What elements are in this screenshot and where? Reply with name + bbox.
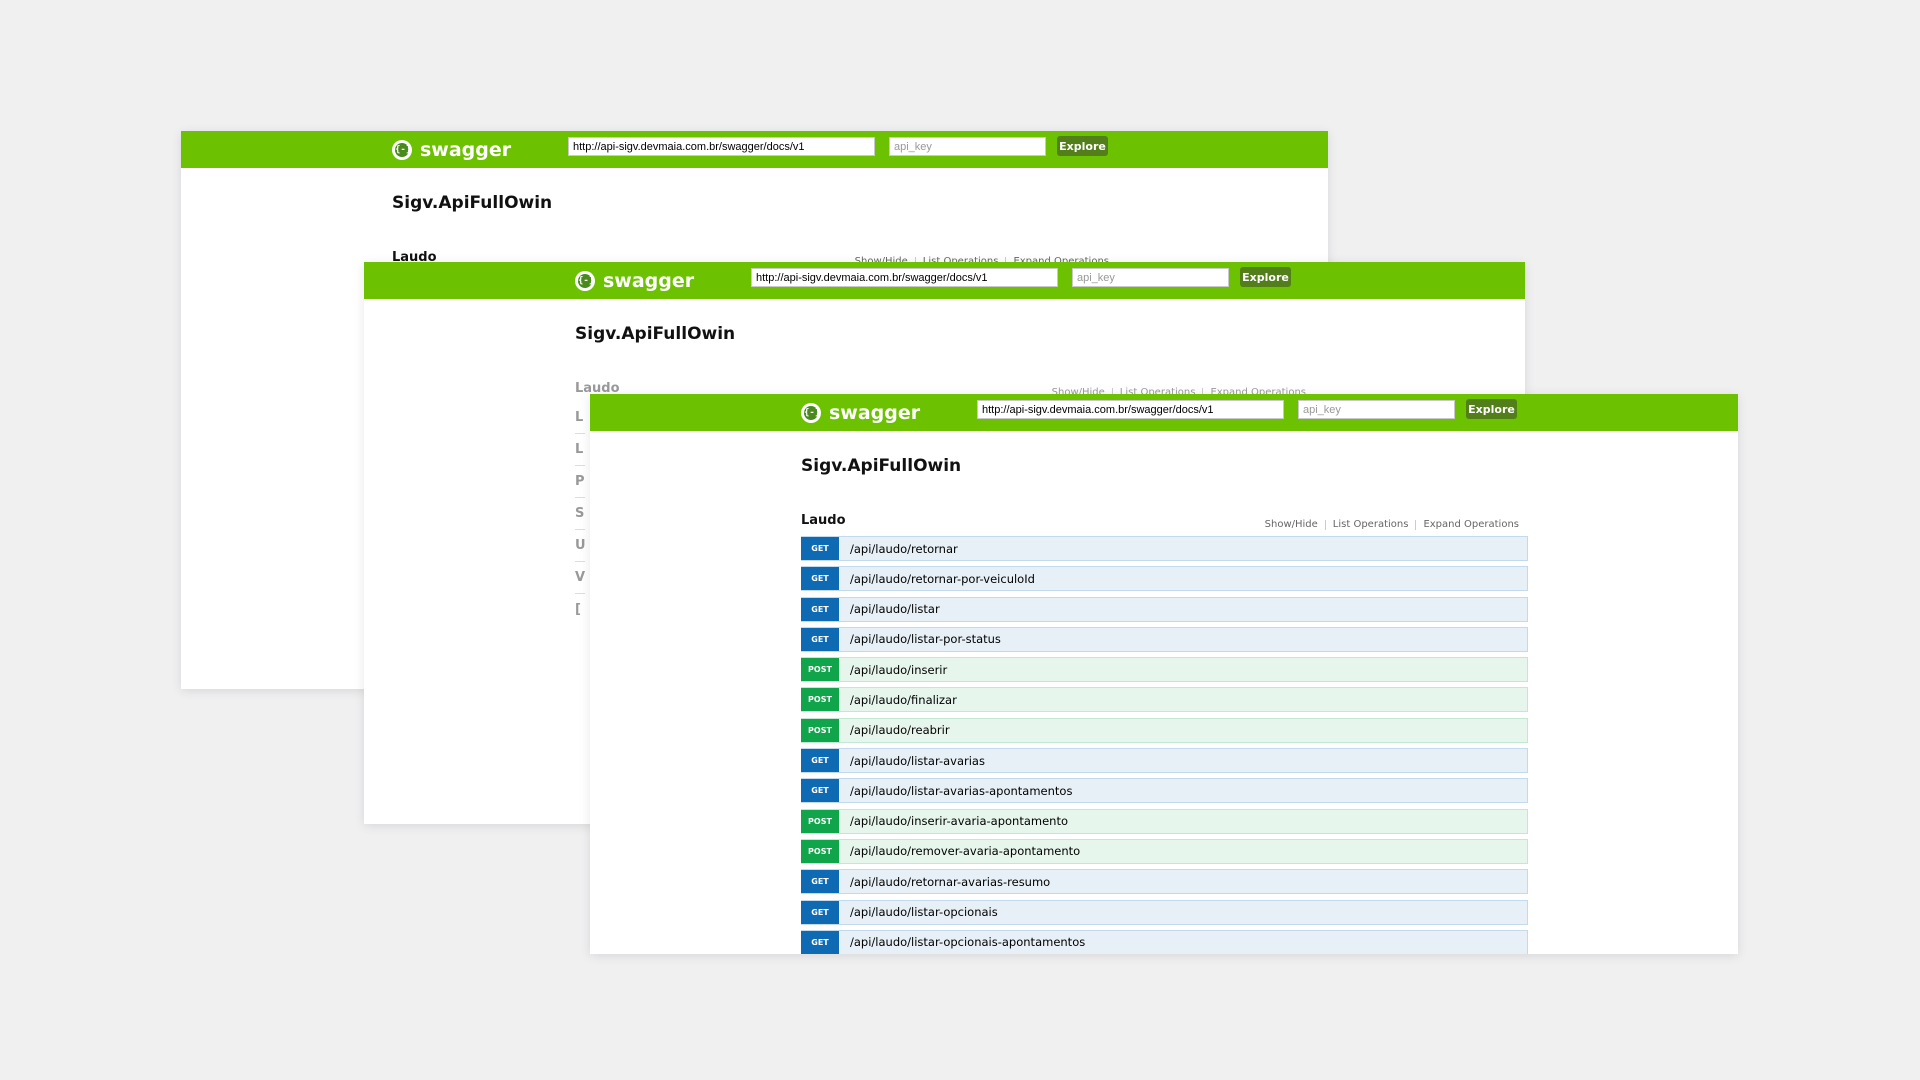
- explore-button[interactable]: Explore: [1057, 136, 1108, 156]
- swagger-header: {-} swagger Explore: [590, 394, 1738, 431]
- brand-name: swagger: [829, 401, 921, 424]
- operation-path[interactable]: /api/laudo/retornar-por-veiculoId: [850, 572, 1035, 586]
- get-method-badge[interactable]: GET: [801, 749, 839, 773]
- get-method-badge[interactable]: GET: [801, 870, 839, 894]
- operation-row[interactable]: GET/api/laudo/listar-avarias: [801, 748, 1528, 774]
- operation-path[interactable]: /api/laudo/retornar: [850, 542, 958, 556]
- operation-path[interactable]: /api/laudo/retornar-avarias-resumo: [850, 875, 1050, 889]
- api-title: Sigv.ApiFullOwin: [801, 456, 962, 476]
- operation-row[interactable]: GET/api/laudo/retornar: [801, 536, 1528, 561]
- section-initial[interactable]: L: [575, 402, 585, 434]
- brand-name: swagger: [420, 138, 512, 161]
- section-initial[interactable]: V: [575, 562, 585, 594]
- section-initial[interactable]: S: [575, 498, 585, 530]
- section-title[interactable]: Laudo: [801, 513, 846, 528]
- operation-path[interactable]: /api/laudo/remover-avaria-apontamento: [850, 844, 1080, 858]
- spec-url-input[interactable]: [977, 400, 1284, 419]
- operation-row[interactable]: GET/api/laudo/listar-avarias-apontamento…: [801, 778, 1528, 804]
- operation-row[interactable]: GET/api/laudo/retornar-avarias-resumo: [801, 869, 1528, 895]
- operation-path[interactable]: /api/laudo/listar-opcionais: [850, 905, 998, 919]
- post-method-badge[interactable]: POST: [801, 809, 839, 833]
- operation-path[interactable]: /api/laudo/listar-avarias-apontamentos: [850, 784, 1072, 798]
- get-method-badge[interactable]: GET: [801, 597, 839, 621]
- section-initial[interactable]: L: [575, 434, 585, 466]
- swagger-header: {-} swagger Explore: [181, 131, 1328, 168]
- brand-name: swagger: [603, 269, 695, 292]
- swagger-header: {-} swagger Explore: [364, 262, 1525, 299]
- swagger-logo-icon: {-}: [575, 270, 595, 291]
- section-initial[interactable]: U: [575, 530, 586, 562]
- operation-path[interactable]: /api/laudo/listar-por-status: [850, 632, 1001, 646]
- api-key-input[interactable]: [1072, 268, 1229, 287]
- section-initial[interactable]: P: [575, 466, 585, 498]
- operation-row[interactable]: POST/api/laudo/remover-avaria-apontament…: [801, 838, 1528, 864]
- post-method-badge[interactable]: POST: [801, 658, 839, 682]
- section-initial: [: [575, 602, 581, 617]
- api-title: Sigv.ApiFullOwin: [575, 324, 736, 344]
- get-method-badge[interactable]: GET: [801, 779, 839, 803]
- expand-operations-link[interactable]: Expand Operations: [1423, 519, 1519, 530]
- operation-row[interactable]: POST/api/laudo/finalizar: [801, 687, 1528, 713]
- swagger-logo[interactable]: {-} swagger: [801, 400, 920, 425]
- post-method-badge[interactable]: POST: [801, 718, 839, 742]
- operation-path[interactable]: /api/laudo/inserir-avaria-apontamento: [850, 814, 1068, 828]
- operation-row[interactable]: GET/api/laudo/listar-opcionais: [801, 899, 1528, 925]
- swagger-logo[interactable]: {-} swagger: [392, 137, 511, 162]
- swagger-logo-icon: {-}: [801, 402, 821, 423]
- operation-path[interactable]: /api/laudo/finalizar: [850, 693, 957, 707]
- operation-path[interactable]: /api/laudo/listar-avarias: [850, 754, 985, 768]
- get-method-badge[interactable]: GET: [801, 900, 839, 924]
- get-method-badge[interactable]: GET: [801, 930, 839, 954]
- api-key-input[interactable]: [889, 137, 1046, 156]
- get-method-badge[interactable]: GET: [801, 567, 839, 591]
- swagger-logo[interactable]: {-} swagger: [575, 268, 694, 293]
- operations-list: GET/api/laudo/retornar GET/api/laudo/reto…: [801, 536, 1528, 954]
- operation-row[interactable]: POST/api/laudo/inserir-avaria-apontament…: [801, 808, 1528, 834]
- spec-url-input[interactable]: [751, 268, 1058, 287]
- get-method-badge[interactable]: GET: [801, 537, 839, 560]
- section-links: Show/Hide List Operations Expand Operati…: [1265, 519, 1519, 530]
- swagger-window-front: {-} swagger Explore Sigv.ApiFullOwin Lau…: [590, 394, 1738, 954]
- operation-path[interactable]: /api/laudo/inserir: [850, 663, 947, 677]
- operation-row[interactable]: POST/api/laudo/reabrir: [801, 717, 1528, 743]
- api-key-input[interactable]: [1298, 400, 1455, 419]
- get-method-badge[interactable]: GET: [801, 627, 839, 651]
- operation-row[interactable]: GET/api/laudo/retornar-por-veiculoId: [801, 566, 1528, 592]
- operation-row[interactable]: GET/api/laudo/listar-por-status: [801, 626, 1528, 652]
- explore-button[interactable]: Explore: [1466, 399, 1517, 419]
- operation-path[interactable]: /api/laudo/listar-opcionais-apontamentos: [850, 935, 1085, 949]
- post-method-badge[interactable]: POST: [801, 839, 839, 863]
- operation-row[interactable]: GET/api/laudo/listar: [801, 596, 1528, 622]
- list-operations-link[interactable]: List Operations: [1333, 519, 1409, 530]
- show-hide-link[interactable]: Show/Hide: [1265, 519, 1318, 530]
- operation-row[interactable]: GET/api/laudo/listar-opcionais-apontamen…: [801, 929, 1528, 954]
- swagger-logo-icon: {-}: [392, 139, 412, 160]
- post-method-badge[interactable]: POST: [801, 688, 839, 712]
- operation-row[interactable]: POST/api/laudo/inserir: [801, 657, 1528, 683]
- operation-path[interactable]: /api/laudo/listar: [850, 602, 940, 616]
- operation-path[interactable]: /api/laudo/reabrir: [850, 723, 950, 737]
- explore-button[interactable]: Explore: [1240, 267, 1291, 287]
- spec-url-input[interactable]: [568, 137, 875, 156]
- api-title: Sigv.ApiFullOwin: [392, 193, 553, 213]
- section-list-partial: L L P S U V [: [575, 402, 586, 625]
